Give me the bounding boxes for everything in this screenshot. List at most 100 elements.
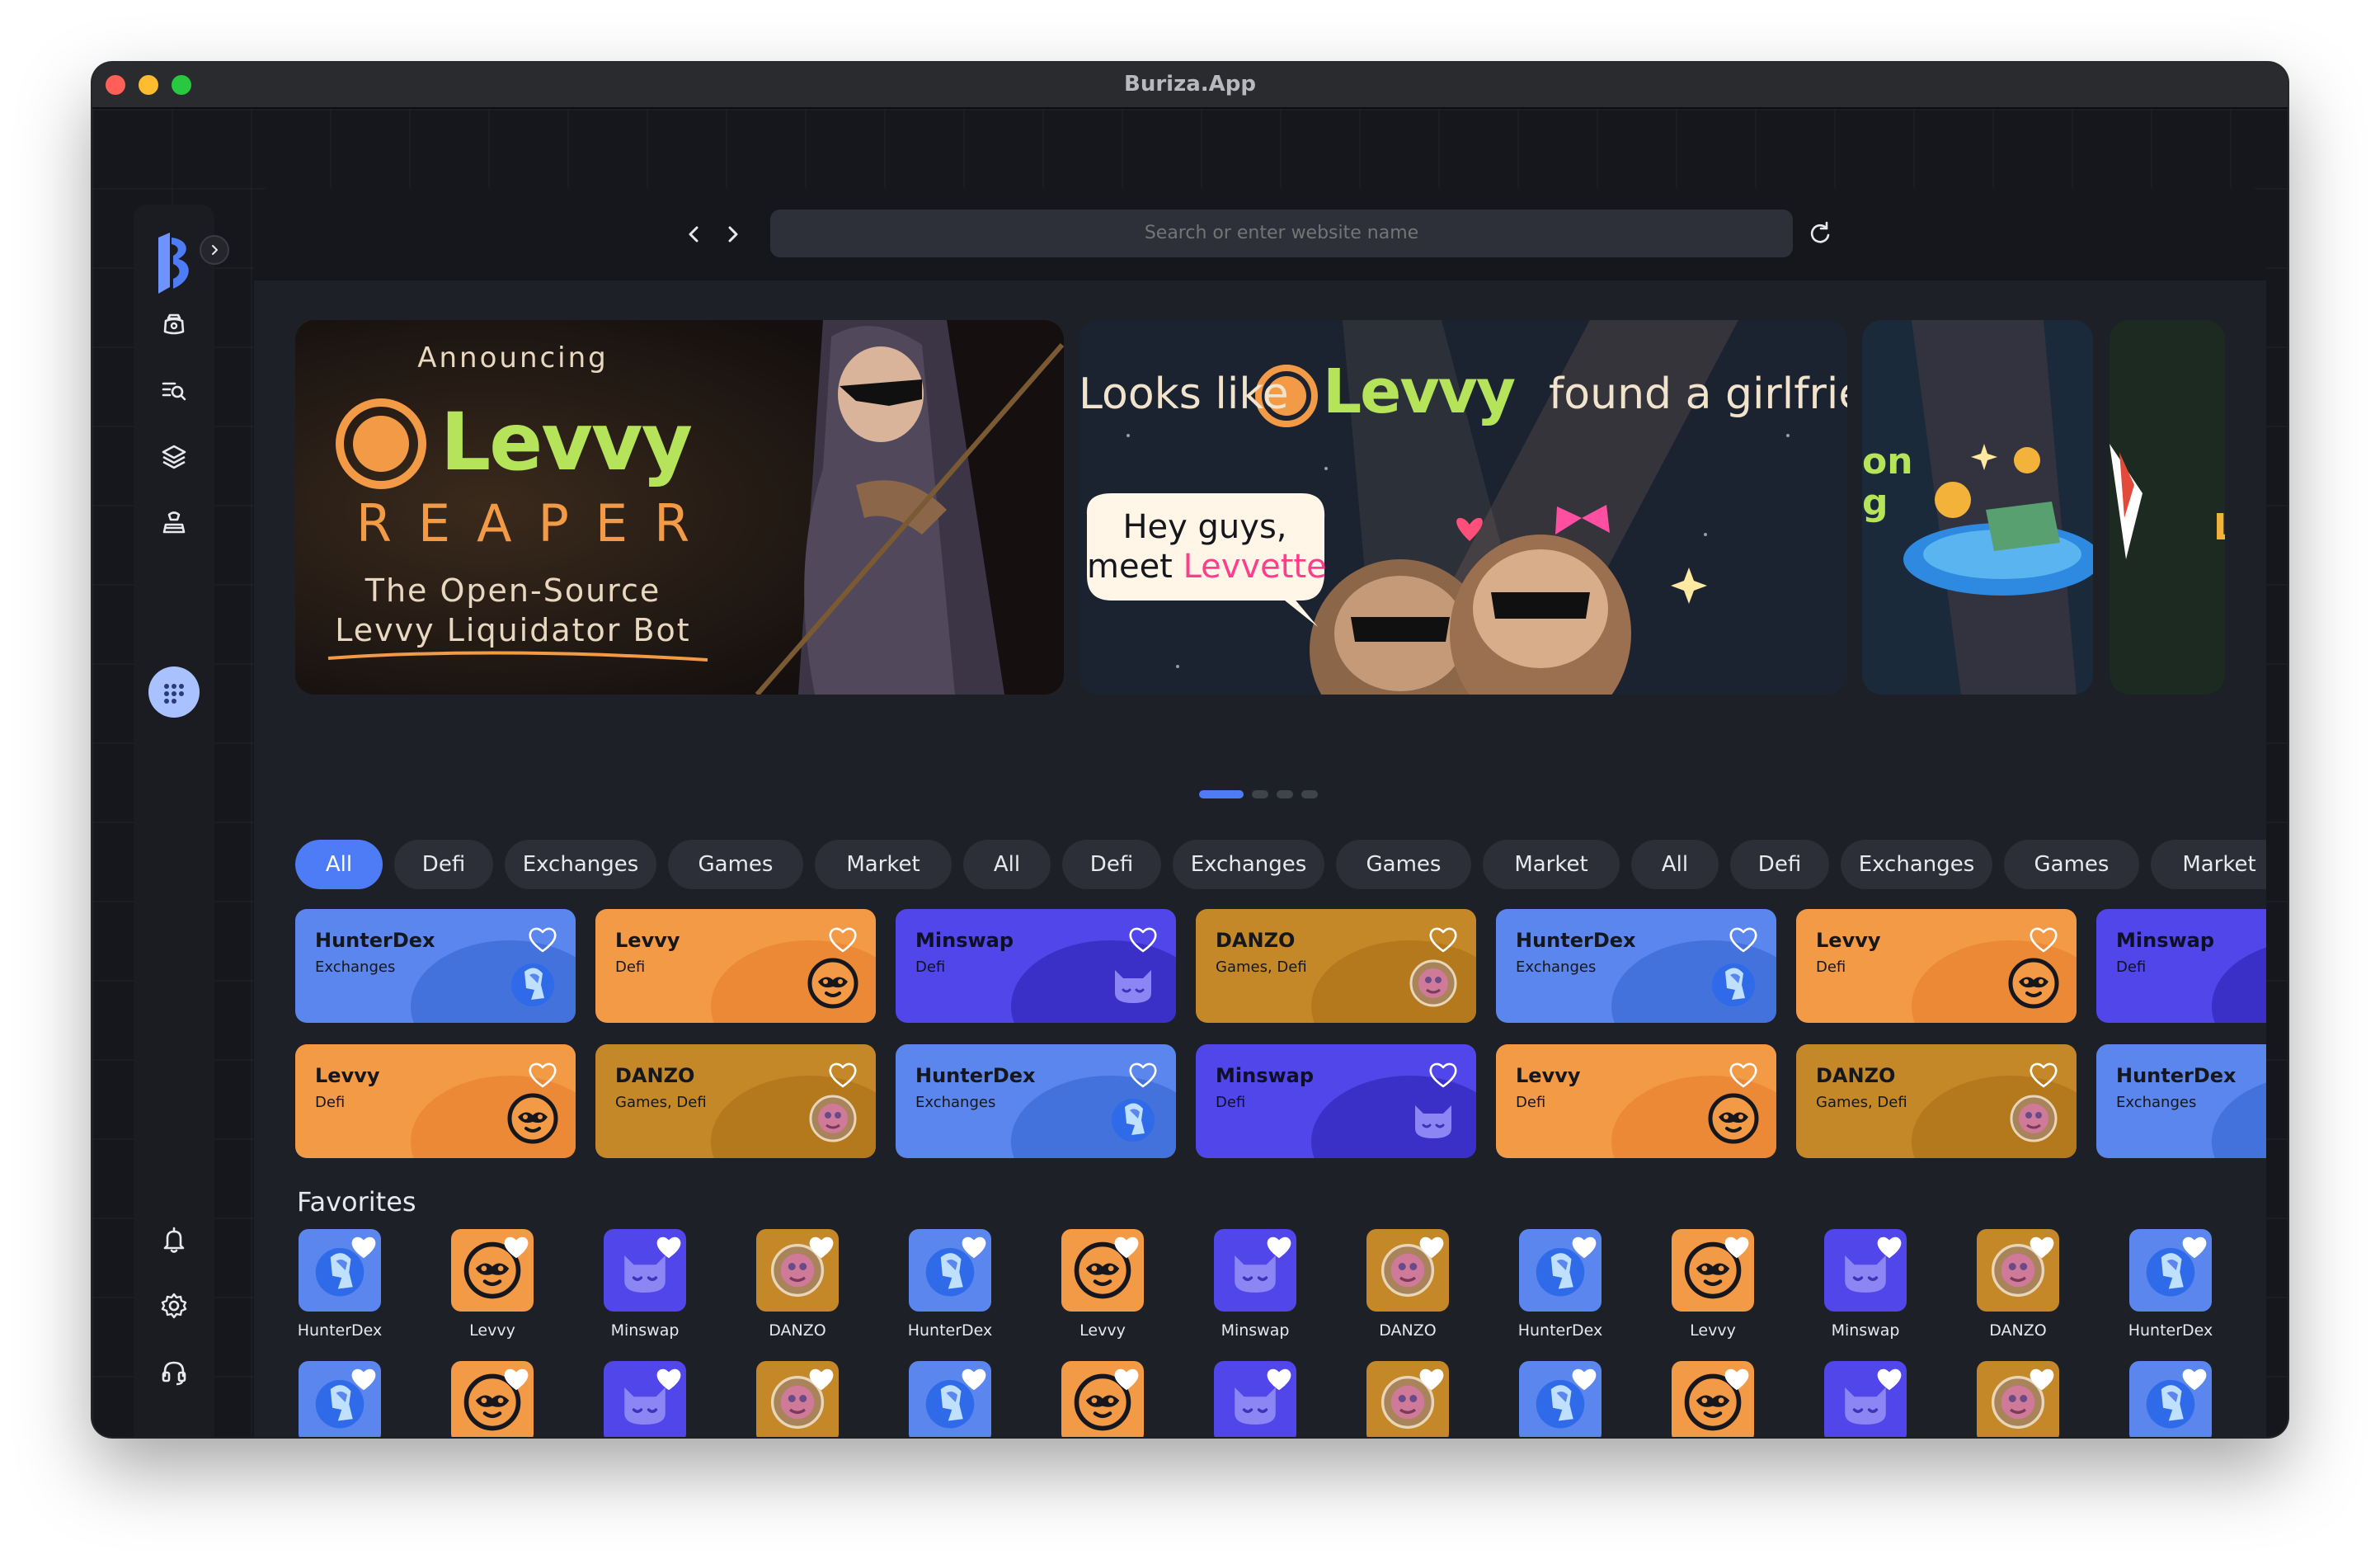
favorite-app[interactable]: DANZO [1960, 1361, 2059, 1437]
heart-outline-icon[interactable] [1128, 926, 1158, 954]
heart-outline-icon[interactable] [828, 1061, 858, 1089]
favorite-app[interactable]: HunterDex [282, 1229, 382, 1361]
favorite-toggle[interactable] [502, 1234, 530, 1260]
favorite-toggle[interactable] [1570, 1234, 1598, 1260]
favorite-toggle[interactable] [1418, 1234, 1446, 1260]
favorite-toggle[interactable] [2028, 1234, 2056, 1260]
favorite-app[interactable]: HunterDex [892, 1229, 992, 1361]
search-list-icon[interactable] [158, 374, 190, 406]
reload-icon[interactable] [1804, 218, 1836, 249]
favorite-app[interactable]: DANZO [1350, 1361, 1449, 1437]
carousel-dot-2[interactable] [1252, 790, 1268, 798]
favorite-toggle[interactable] [1128, 926, 1158, 954]
favorite-toggle[interactable] [502, 1366, 530, 1392]
heart-filled-icon[interactable] [350, 1234, 378, 1260]
favorite-app[interactable]: DANZO [1960, 1229, 2059, 1361]
wallet-icon[interactable] [158, 309, 190, 340]
favorite-toggle[interactable] [1418, 1366, 1446, 1392]
heart-filled-icon[interactable] [2028, 1234, 2056, 1260]
heart-filled-icon[interactable] [1418, 1234, 1446, 1260]
heart-filled-icon[interactable] [1112, 1234, 1141, 1260]
heart-outline-icon[interactable] [528, 1061, 557, 1089]
heart-filled-icon[interactable] [655, 1234, 683, 1260]
heart-filled-icon[interactable] [960, 1234, 988, 1260]
sidebar-item-dapps[interactable] [148, 666, 200, 718]
app-card[interactable]: HunterDex Exchanges [1496, 909, 1776, 1023]
favorite-toggle[interactable] [350, 1234, 378, 1260]
app-card[interactable]: Minswap Defi [1196, 1044, 1476, 1158]
app-card[interactable]: Levvy Defi [295, 1044, 576, 1158]
heart-outline-icon[interactable] [528, 926, 557, 954]
heart-filled-icon[interactable] [2028, 1366, 2056, 1392]
heart-filled-icon[interactable] [807, 1234, 835, 1260]
app-card[interactable]: Minswap Defi [2096, 909, 2266, 1023]
heart-outline-icon[interactable] [2029, 926, 2058, 954]
favorite-toggle[interactable] [1128, 1061, 1158, 1089]
forward-arrow-icon[interactable] [717, 219, 747, 249]
banner-3[interactable]: on g [1862, 320, 2093, 695]
favorite-toggle[interactable] [528, 1061, 557, 1089]
favorite-app[interactable]: HunterDex [1503, 1229, 1602, 1361]
favorite-app[interactable]: Levvy [435, 1361, 534, 1437]
favorite-toggle[interactable] [828, 926, 858, 954]
heart-outline-icon[interactable] [2029, 1061, 2058, 1089]
favorite-app[interactable]: HunterDex [2113, 1229, 2213, 1361]
heart-filled-icon[interactable] [1265, 1234, 1293, 1260]
banner-4[interactable]: L [2110, 320, 2225, 695]
heart-filled-icon[interactable] [502, 1234, 530, 1260]
favorite-app[interactable]: DANZO [740, 1229, 839, 1361]
favorite-toggle[interactable] [1428, 1061, 1458, 1089]
favorite-app[interactable]: HunterDex [1503, 1361, 1602, 1437]
heart-filled-icon[interactable] [2180, 1366, 2208, 1392]
heart-filled-icon[interactable] [1570, 1366, 1598, 1392]
favorite-toggle[interactable] [1428, 926, 1458, 954]
favorite-toggle[interactable] [960, 1234, 988, 1260]
favorite-toggle[interactable] [2029, 926, 2058, 954]
sidebar-expand-button[interactable] [200, 235, 229, 265]
heart-outline-icon[interactable] [828, 926, 858, 954]
app-card[interactable]: HunterDex Exchanges [295, 909, 576, 1023]
heart-filled-icon[interactable] [1112, 1366, 1141, 1392]
app-card[interactable]: Minswap Defi [896, 909, 1176, 1023]
heart-outline-icon[interactable] [1729, 1061, 1758, 1089]
favorite-toggle[interactable] [1265, 1234, 1293, 1260]
favorite-toggle[interactable] [1875, 1234, 1903, 1260]
layers-icon[interactable] [158, 440, 190, 472]
app-card[interactable]: Levvy Defi [595, 909, 876, 1023]
banner-levvy-girlfriend[interactable]: Looks like Levvy found a girlfriend Hey … [1079, 320, 1847, 695]
app-card[interactable]: HunterDex Exchanges [896, 1044, 1176, 1158]
heart-outline-icon[interactable] [1729, 926, 1758, 954]
app-card[interactable]: HunterDex Exchanges [2096, 1044, 2266, 1158]
favorite-app[interactable]: DANZO [740, 1361, 839, 1437]
favorite-toggle[interactable] [807, 1366, 835, 1392]
app-card[interactable]: DANZO Games, Defi [595, 1044, 876, 1158]
favorite-app[interactable]: Levvy [1045, 1361, 1144, 1437]
favorite-app[interactable]: Minswap [587, 1361, 686, 1437]
favorite-app[interactable]: Levvy [1045, 1229, 1144, 1361]
favorite-app[interactable]: Minswap [587, 1229, 686, 1361]
favorite-app[interactable]: Levvy [435, 1229, 534, 1361]
heart-filled-icon[interactable] [2180, 1234, 2208, 1260]
favorite-toggle[interactable] [1875, 1366, 1903, 1392]
favorite-toggle[interactable] [655, 1234, 683, 1260]
favorite-app[interactable]: HunterDex [892, 1361, 991, 1437]
favorite-toggle[interactable] [807, 1234, 835, 1260]
gear-icon[interactable] [158, 1290, 190, 1321]
favorite-app[interactable]: Minswap [1197, 1229, 1296, 1361]
heart-filled-icon[interactable] [1875, 1366, 1903, 1392]
app-card[interactable]: DANZO Games, Defi [1196, 909, 1476, 1023]
favorite-app[interactable]: Minswap [1197, 1361, 1296, 1437]
favorite-toggle[interactable] [350, 1366, 378, 1392]
heart-filled-icon[interactable] [1875, 1234, 1903, 1260]
heart-filled-icon[interactable] [1265, 1366, 1293, 1392]
back-arrow-icon[interactable] [680, 219, 709, 249]
carousel-dot-3[interactable] [1277, 790, 1293, 798]
heart-filled-icon[interactable] [807, 1366, 835, 1392]
carousel-dot-4[interactable] [1301, 790, 1318, 798]
favorite-toggle[interactable] [1729, 926, 1758, 954]
favorite-toggle[interactable] [655, 1366, 683, 1392]
heart-outline-icon[interactable] [1128, 1061, 1158, 1089]
favorite-app[interactable]: DANZO [1350, 1229, 1449, 1361]
favorite-toggle[interactable] [1723, 1234, 1751, 1260]
favorite-app[interactable]: Minswap [1808, 1229, 1907, 1361]
